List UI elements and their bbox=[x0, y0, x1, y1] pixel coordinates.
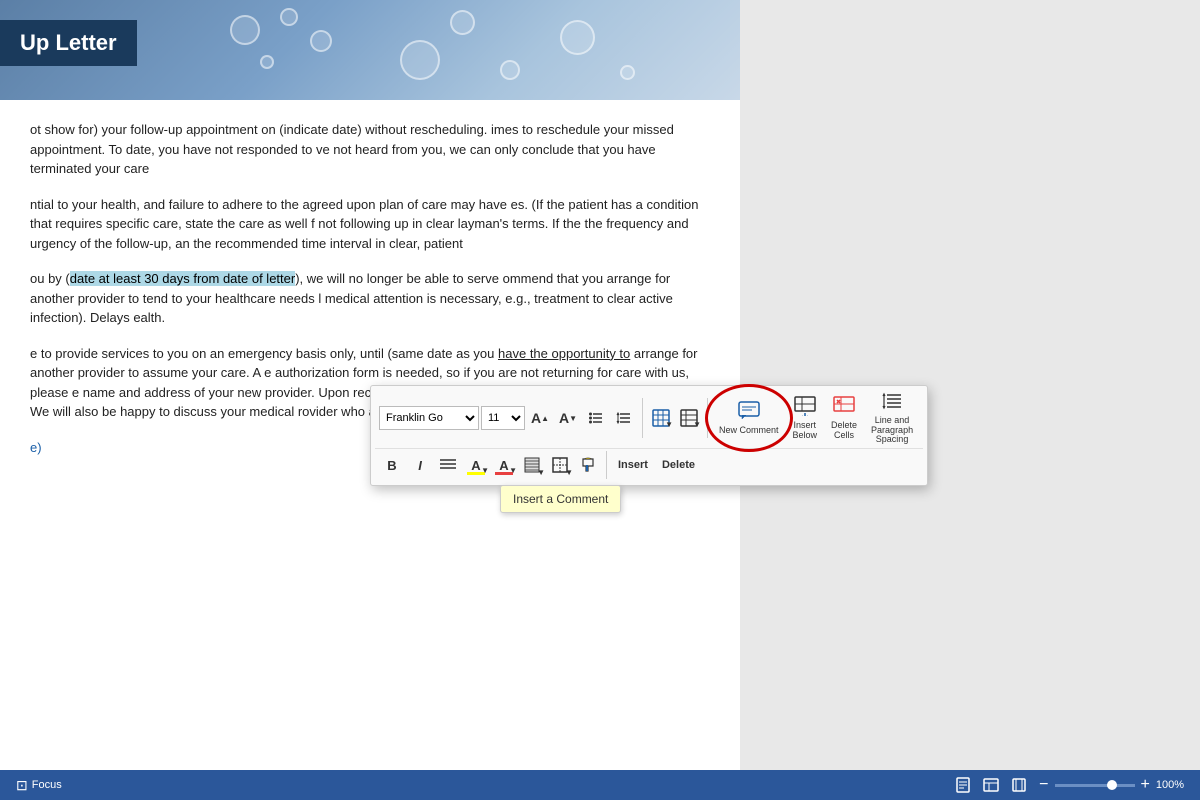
line-paragraph-spacing-label: Line andParagraphSpacing bbox=[871, 416, 913, 446]
zoom-in-button[interactable]: + bbox=[1141, 777, 1150, 793]
decoration-bubble bbox=[450, 10, 475, 35]
paragraph-2: ntial to your health, and failure to adh… bbox=[30, 195, 710, 254]
underline-phrase: have the opportunity to bbox=[498, 346, 630, 361]
delete-cells-button[interactable]: DeleteCells bbox=[825, 392, 863, 444]
status-bar-left: ⊡ Focus bbox=[16, 777, 62, 794]
decoration-bubble bbox=[310, 30, 332, 52]
paragraph-1: ot show for) your follow-up appointment … bbox=[30, 120, 710, 179]
print-layout-button[interactable] bbox=[955, 777, 971, 793]
shading-button[interactable]: ▼ bbox=[519, 453, 545, 477]
tooltip-insert-comment: Insert a Comment bbox=[500, 485, 621, 513]
toolbar-row-2: B I A ▼ A ▼ ▼ bbox=[375, 449, 923, 481]
zoom-control: − + 100% bbox=[1039, 777, 1184, 793]
paragraph-3: ou by (date at least 30 days from date o… bbox=[30, 269, 710, 328]
delete-text-button[interactable]: Delete bbox=[656, 453, 701, 477]
new-comment-icon bbox=[738, 401, 760, 424]
delete-cells-label: DeleteCells bbox=[831, 421, 857, 441]
floating-toolbar: Franklin Go 11 A▲ A▼ ▼ bbox=[370, 385, 928, 486]
zoom-slider[interactable] bbox=[1055, 784, 1135, 787]
decoration-bubble bbox=[500, 60, 520, 80]
table-insert-button[interactable]: ▼ bbox=[648, 406, 674, 430]
insert-below-label: InsertBelow bbox=[793, 421, 818, 441]
font-size-select[interactable]: 11 bbox=[481, 406, 525, 430]
insert-below-icon bbox=[794, 396, 816, 419]
document-title: Up Letter bbox=[0, 20, 137, 66]
web-layout-button[interactable] bbox=[983, 777, 999, 793]
italic-button[interactable]: I bbox=[407, 453, 433, 477]
font-family-select[interactable]: Franklin Go bbox=[379, 406, 479, 430]
new-comment-label: New Comment bbox=[719, 426, 779, 436]
zoom-slider-thumb[interactable] bbox=[1107, 780, 1117, 790]
decoration-bubble bbox=[400, 40, 440, 80]
line-spacing-button[interactable] bbox=[611, 406, 637, 430]
toolbar-row-1: Franklin Go 11 A▲ A▼ ▼ bbox=[375, 390, 923, 449]
decoration-bubble bbox=[230, 15, 260, 45]
bold-button[interactable]: B bbox=[379, 453, 405, 477]
highlight-color-button[interactable]: A ▼ bbox=[463, 453, 489, 477]
focus-button[interactable]: ⊡ Focus bbox=[16, 777, 62, 794]
borders-button[interactable]: ▼ bbox=[547, 453, 573, 477]
decoration-bubble bbox=[560, 20, 595, 55]
web-layout-icon bbox=[983, 777, 999, 793]
line-paragraph-spacing-icon bbox=[881, 391, 903, 414]
focus-mode-icon bbox=[1011, 777, 1027, 793]
align-button[interactable] bbox=[435, 453, 461, 477]
insert-below-button[interactable]: InsertBelow bbox=[787, 392, 824, 444]
line-paragraph-spacing-button[interactable]: Line andParagraphSpacing bbox=[865, 392, 919, 444]
focus-mode-button[interactable] bbox=[1011, 777, 1027, 793]
font-color-button[interactable]: A ▼ bbox=[491, 453, 517, 477]
new-comment-button[interactable]: New Comment bbox=[713, 392, 785, 444]
font-select-group: Franklin Go 11 bbox=[379, 406, 525, 430]
toolbar-separator-1 bbox=[642, 398, 643, 438]
decoration-bubble bbox=[260, 55, 274, 69]
grow-font-button[interactable]: A▲ bbox=[527, 406, 553, 430]
status-bar: ⊡ Focus − + 100% bbox=[0, 770, 1200, 800]
shrink-font-button[interactable]: A▼ bbox=[555, 406, 581, 430]
format-paint-button[interactable] bbox=[575, 453, 601, 477]
table-options-button[interactable]: ▼ bbox=[676, 406, 702, 430]
decoration-bubble bbox=[620, 65, 635, 80]
toolbar-separator-3 bbox=[606, 451, 607, 479]
delete-cells-icon bbox=[833, 396, 855, 419]
zoom-percent-label: 100% bbox=[1156, 779, 1184, 791]
toolbar-separator-2 bbox=[707, 398, 708, 438]
highlighted-date: date at least 30 days from date of lette… bbox=[70, 271, 295, 286]
bullets-button[interactable] bbox=[583, 406, 609, 430]
insert-text-button[interactable]: Insert bbox=[612, 453, 654, 477]
decoration-bubble bbox=[280, 8, 298, 26]
focus-icon: ⊡ bbox=[16, 777, 28, 794]
print-layout-icon bbox=[955, 777, 971, 793]
zoom-out-button[interactable]: − bbox=[1039, 777, 1048, 793]
document-header: Up Letter bbox=[0, 0, 740, 100]
